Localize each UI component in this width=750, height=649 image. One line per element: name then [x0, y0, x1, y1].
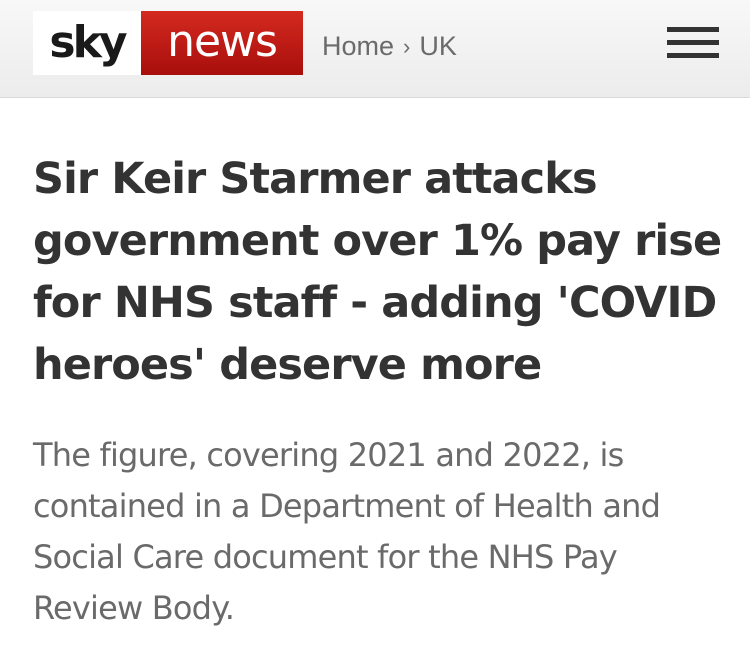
menu-bar — [667, 27, 719, 32]
menu-bar — [667, 53, 719, 58]
sky-news-logo[interactable]: sky news — [33, 11, 303, 75]
breadcrumb-separator: › — [403, 33, 411, 59]
hamburger-menu-icon[interactable] — [667, 27, 719, 59]
article-headline: Sir Keir Starmer attacks government over… — [33, 154, 722, 390]
menu-bar — [667, 40, 719, 45]
logo-news-text: news — [141, 11, 303, 75]
breadcrumb-home-link[interactable]: Home — [322, 31, 394, 62]
article-standfirst: The figure, covering 2021 and 2022, is c… — [33, 436, 661, 627]
logo-sky-text: sky — [33, 11, 141, 75]
breadcrumb-uk-link[interactable]: UK — [419, 31, 457, 62]
breadcrumb: Home › UK — [322, 31, 457, 62]
site-header: sky news Home › UK — [0, 0, 750, 98]
